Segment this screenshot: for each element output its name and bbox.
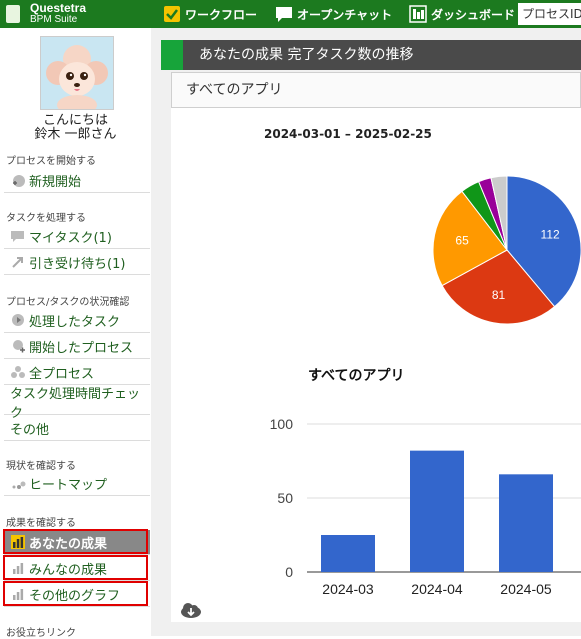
download-icon[interactable] [179, 601, 203, 619]
sidebar-item-label: ヒートマップ [29, 477, 108, 493]
sidebar-item-heatmap[interactable]: ヒートマップ [4, 471, 150, 496]
sidebar-item-handled-tasks[interactable]: 処理したタスク [4, 308, 150, 333]
sidebar-item-other-graphs[interactable]: その他のグラフ [4, 582, 150, 607]
sidebar-item-label: あなたの成果 [29, 536, 108, 552]
nav-dashboard[interactable]: ダッシュボード [409, 0, 515, 28]
x-tick-label: 2024-03 [322, 581, 374, 597]
nav-open-chat-label: オープンチャット [297, 7, 393, 22]
user-name: 鈴木 一郎さん [34, 127, 117, 142]
nav-dashboard-label: ダッシュボード [431, 7, 516, 22]
top-bar: Questetra BPM Suite ワークフロー オープンチャット ダッシュ… [0, 0, 581, 28]
sidebar-item-other[interactable]: その他 [4, 416, 150, 441]
started-process-icon [10, 338, 26, 354]
panel-accent [161, 40, 183, 70]
y-tick-label: 50 [277, 490, 293, 506]
sidebar-item-label: 全プロセス [29, 366, 95, 382]
process-id-tab[interactable]: プロセスID [518, 3, 581, 25]
logo-mark-icon [6, 5, 20, 23]
new-start-icon [10, 172, 26, 188]
sidebar-item-started-processes[interactable]: 開始したプロセス [4, 334, 150, 359]
results-card: すべてのアプリ 2024-03-01 – 2025-02-25 112 81 65 … [171, 72, 581, 622]
chat-bubble-icon [275, 5, 293, 23]
sidebar-item-all-processes[interactable]: 全プロセス [4, 360, 150, 385]
sidebar-item-label: 引き受け待ち(1) [29, 256, 126, 272]
poodle-avatar-icon [41, 37, 113, 109]
bar-chart-icon [10, 586, 26, 602]
pickup-arrow-icon [10, 254, 26, 270]
section-current-status: 現状を確認する [6, 461, 76, 472]
app-subtitle: BPM Suite [30, 14, 78, 25]
sidebar-item-label: 開始したプロセス [29, 340, 134, 356]
handled-task-icon [10, 312, 26, 328]
section-results: 成果を確認する [6, 518, 76, 529]
x-tick-label: 2024-04 [411, 581, 463, 597]
sidebar-item-label: マイタスク(1) [29, 230, 112, 246]
bar-2024-04 [410, 450, 464, 572]
nav-workflow[interactable]: ワークフロー [163, 0, 257, 28]
section-start-process: プロセスを開始する [6, 156, 96, 167]
sidebar-item-time-check[interactable]: タスク処理時間チェック [4, 387, 150, 421]
section-handle-task: タスクを処理する [6, 213, 86, 224]
x-tick-label: 2024-05 [500, 581, 552, 597]
sidebar-item-everyone-results[interactable]: みんなの成果 [4, 556, 150, 581]
bar-chart-icon [10, 534, 26, 550]
sidebar-item-label: 新規開始 [29, 174, 82, 190]
y-tick-label: 0 [285, 564, 293, 580]
dashboard-icon [409, 5, 427, 23]
section-useful-links: お役立ちリンク [6, 628, 76, 639]
sidebar-item-label: その他 [10, 422, 50, 438]
main-content: あなたの成果 完了タスク数の推移 すべてのアプリ 2024-03-01 – 20… [151, 28, 581, 636]
checkbox-icon [163, 5, 181, 23]
sidebar-item-my-results[interactable]: あなたの成果 [4, 530, 150, 555]
sidebar-item-label: その他のグラフ [29, 588, 121, 604]
panel-header: あなたの成果 完了タスク数の推移 [161, 40, 581, 70]
nav-open-chat[interactable]: オープンチャット [275, 0, 392, 28]
bar-2024-03 [321, 535, 375, 572]
panel-title: あなたの成果 完了タスク数の推移 [199, 47, 414, 63]
bar-2024-05 [499, 474, 553, 572]
bar-chart-icon [10, 560, 26, 576]
sidebar-item-pending[interactable]: 引き受け待ち(1) [4, 250, 150, 275]
sidebar-item-label: みんなの成果 [29, 562, 108, 578]
sidebar-item-label: 処理したタスク [29, 314, 121, 330]
user-avatar[interactable] [40, 36, 114, 110]
sidebar-item-new-start[interactable]: 新規開始 [4, 168, 150, 193]
task-bubble-icon [10, 228, 26, 244]
heatmap-icon [10, 475, 26, 491]
sidebar-item-my-task[interactable]: マイタスク(1) [4, 224, 150, 249]
section-status-check: プロセス/タスクの状況確認 [6, 297, 130, 308]
nav-workflow-label: ワークフロー [185, 7, 258, 22]
bar-chart: 0 50 100 2024-03 2024-04 2024-05 [270, 416, 581, 597]
y-tick-label: 100 [270, 416, 294, 432]
sidebar: こんにちは 鈴木 一郎さん プロセスを開始する 新規開始 タスクを処理する マイ… [0, 28, 152, 639]
all-process-icon [10, 364, 26, 380]
app-logo[interactable]: Questetra BPM Suite [0, 0, 160, 28]
